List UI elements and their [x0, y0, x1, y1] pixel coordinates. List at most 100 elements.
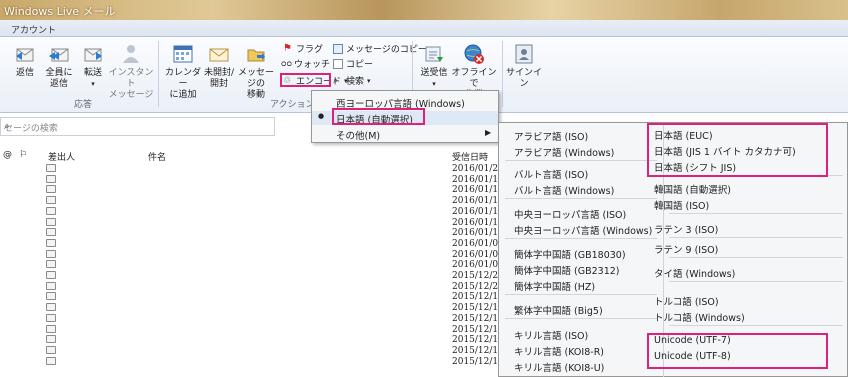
table-row[interactable]: 2015/12/1	[0, 324, 520, 336]
received-date: 2016/01/1	[452, 174, 499, 185]
menu-item-encoding[interactable]: 中央ヨーロッパ言語 (ISO)	[514, 207, 626, 221]
highlight-box-japanese-encodings	[647, 123, 828, 177]
menu-item-encoding[interactable]: アラビア語 (ISO)	[514, 129, 588, 143]
table-row[interactable]: 2015/12/1	[0, 303, 520, 314]
tab-account[interactable]: アカウント	[11, 23, 56, 36]
group-label-action: アクション	[270, 100, 315, 110]
table-row[interactable]: 2016/01/2	[0, 164, 520, 175]
menu-separator	[669, 281, 843, 282]
reply-label: 返信	[15, 68, 34, 78]
search-label: 検索	[346, 77, 365, 87]
table-row[interactable]: 2015/12/1	[0, 335, 520, 346]
column-subject[interactable]: 件名	[148, 150, 166, 163]
menu-separator	[505, 160, 657, 161]
table-row[interactable]: 2015/12/1	[0, 313, 520, 325]
calendar-icon	[173, 45, 193, 63]
send-receive-button[interactable]: 送受信 ▾	[419, 43, 449, 90]
menu-item-encoding[interactable]: ラテン 9 (ISO)	[654, 242, 718, 256]
encode-highlight-box	[280, 73, 331, 87]
menu-item-encoding[interactable]: バルト言語 (ISO)	[514, 167, 588, 181]
received-date: 2015/12/1	[452, 303, 499, 314]
menu-item-encoding[interactable]: トルコ語 (Windows)	[654, 310, 745, 324]
group-separator	[158, 41, 159, 107]
reply-all-button[interactable]: 全員に 返信	[42, 43, 76, 90]
move-label-1: メッセージの	[237, 68, 274, 89]
attachment-column-icon[interactable]: @	[3, 150, 12, 160]
envelope-icon	[46, 303, 56, 312]
people-icon	[123, 45, 139, 63]
menu-item-encoding[interactable]: バルト言語 (Windows)	[514, 183, 614, 197]
search-button[interactable]: ⌕ 検索 ▾	[333, 74, 371, 88]
received-date: 2016/01/1	[452, 217, 499, 228]
menu-item-encoding[interactable]: 韓国語 (自動選択)	[654, 182, 731, 196]
instant-label-1: インスタント	[108, 68, 154, 89]
ribbon-tab-bar: アカウント	[0, 20, 848, 37]
unread-label-1: 未開封/	[203, 68, 235, 78]
copy-button[interactable]: コピー	[333, 57, 373, 70]
forward-button[interactable]: 転送 ▾	[78, 43, 108, 90]
table-row[interactable]: 2016/01/1	[0, 228, 520, 239]
menu-item-encoding[interactable]: 繁体字中国語 (Big5)	[514, 303, 603, 317]
add-to-calendar-button[interactable]: カレンダー に追加	[162, 43, 204, 101]
copy-message-icon	[333, 43, 343, 54]
envelope-icon	[46, 185, 56, 194]
menu-item-encoding[interactable]: タイ語 (Windows)	[654, 266, 735, 280]
table-row[interactable]: 2016/01/0	[0, 249, 520, 261]
search-dropdown-icon: ▾	[367, 76, 371, 85]
menu-separator	[505, 238, 657, 239]
watch-button[interactable]: ᴑᴑ ウォッチ	[281, 57, 330, 71]
column-sender[interactable]: 差出人	[48, 150, 75, 163]
menu-item-other[interactable]: その他(M)	[336, 128, 380, 142]
received-date: 2016/01/1	[452, 228, 499, 239]
table-row[interactable]: 2015/12/1	[0, 292, 520, 303]
menu-item-encoding[interactable]: ラテン 3 (ISO)	[654, 222, 718, 236]
table-row[interactable]: 2016/01/1	[0, 217, 520, 229]
envelope-icon	[46, 249, 56, 258]
envelope-icon	[46, 324, 56, 333]
table-row[interactable]: 2016/01/1	[0, 174, 520, 186]
menu-item-encoding[interactable]: トルコ語 (ISO)	[654, 294, 719, 308]
menu-item-encoding[interactable]: キリル言語 (ISO)	[514, 328, 588, 342]
received-date: 2015/12/1	[452, 345, 499, 356]
forward-label: 転送	[83, 68, 102, 78]
send-receive-dropdown-icon: ▾	[432, 80, 436, 88]
menu-item-encoding[interactable]: 簡体字中国語 (GB18030)	[514, 247, 626, 261]
table-row[interactable]: 2016/01/0	[0, 238, 520, 250]
window-title: Windows Live メール	[4, 5, 116, 18]
envelope-icon	[46, 206, 56, 215]
instant-message-button[interactable]: インスタント メッセージ	[108, 43, 154, 101]
menu-item-encoding[interactable]: 中央ヨーロッパ言語 (Windows)	[514, 223, 652, 237]
menu-item-encoding[interactable]: 簡体字中国語 (HZ)	[514, 279, 595, 293]
menu-item-encoding[interactable]: 韓国語 (ISO)	[654, 198, 709, 212]
table-row[interactable]: 2015/12/1	[0, 345, 520, 357]
forward-dropdown-icon[interactable]: ▾	[91, 79, 95, 90]
table-row[interactable]: 2016/01/1	[0, 196, 520, 207]
table-row[interactable]: 2015/12/2	[0, 281, 520, 293]
table-row[interactable]: 2016/01/1	[0, 185, 520, 196]
reply-icon	[16, 48, 34, 62]
reply-button[interactable]: 返信	[10, 43, 40, 79]
highlight-box-japanese-auto	[332, 108, 425, 125]
menu-item-encoding[interactable]: キリル言語 (KOI8-R)	[514, 344, 604, 358]
table-row[interactable]: 2016/01/1	[0, 206, 520, 218]
binoculars-icon: ⌕	[333, 75, 339, 86]
menu-item-encoding[interactable]: アラビア語 (Windows)	[514, 145, 614, 159]
flag-column-icon[interactable]: ⚐	[19, 150, 27, 160]
table-row[interactable]: 2015/12/1	[0, 356, 520, 368]
search-input[interactable]: セージの検索 ⌕	[0, 117, 275, 136]
search-icon[interactable]: ⌕	[4, 121, 268, 132]
envelope-icon	[46, 345, 56, 354]
menu-item-encoding[interactable]: キリル言語 (KOI8-U)	[514, 360, 604, 374]
unread-label-2: 開封	[209, 79, 228, 89]
send-receive-icon	[425, 46, 443, 62]
flag-button[interactable]: ⚑ フラグ	[283, 42, 323, 55]
move-message-button[interactable]: メッセージの 移動	[234, 43, 278, 101]
column-received[interactable]: 受信日時	[452, 150, 488, 163]
signin-button[interactable]: サインイン	[506, 43, 542, 90]
table-row[interactable]: 2016/01/0	[0, 260, 520, 271]
unread-read-button[interactable]: 未開封/ 開封	[202, 43, 236, 90]
received-date: 2016/01/1	[452, 185, 499, 196]
menu-item-encoding[interactable]: 簡体字中国語 (GB2312)	[514, 263, 620, 277]
envelope-icon	[46, 164, 56, 172]
table-row[interactable]: 2015/12/2	[0, 271, 520, 282]
